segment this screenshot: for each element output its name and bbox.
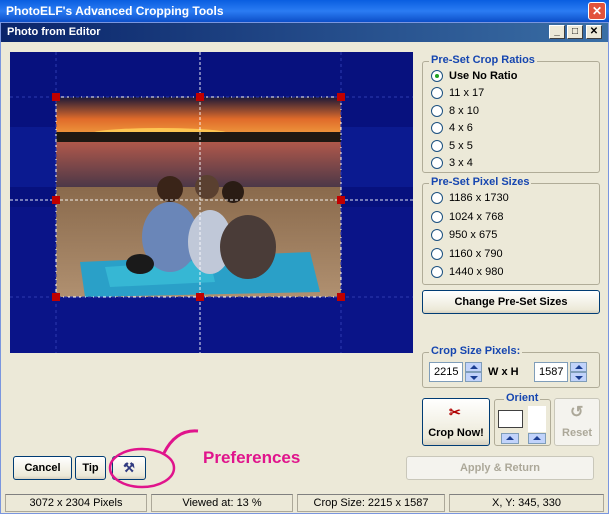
preset-pixels-group: Pre-Set Pixel Sizes 1186 x 1730 1024 x 7… — [422, 176, 600, 285]
preset-ratios-title: Pre-Set Crop Ratios — [429, 54, 537, 66]
maximize-icon: □ — [571, 26, 579, 37]
pixel-option-1440x980[interactable]: 1440 x 980 — [431, 264, 503, 280]
radio-icon — [431, 140, 443, 152]
crop-height-spinner[interactable] — [570, 362, 587, 382]
app-titlebar: PhotoELF's Advanced Cropping Tools ✕ — [0, 0, 609, 22]
spin-down-icon[interactable] — [465, 372, 482, 382]
preset-pixels-title: Pre-Set Pixel Sizes — [429, 176, 532, 188]
ratio-option-5x5[interactable]: 5 x 5 — [431, 138, 473, 154]
maximize-button[interactable]: □ — [567, 25, 583, 39]
radio-icon — [431, 70, 443, 82]
ratio-label: 8 x 10 — [449, 105, 479, 117]
reset-button[interactable]: ↺ Reset — [554, 398, 600, 446]
ratio-option-8x10[interactable]: 8 x 10 — [431, 103, 479, 119]
status-xy: X, Y: 345, 330 — [449, 494, 604, 512]
cancel-button[interactable]: Cancel — [13, 456, 72, 480]
crop-height-input[interactable]: 1587 — [534, 362, 568, 382]
tip-button[interactable]: Tip — [75, 456, 106, 480]
radio-icon — [431, 266, 443, 278]
crop-size-title: Crop Size Pixels: — [429, 345, 523, 357]
app-close-button[interactable]: ✕ — [588, 2, 606, 20]
radio-icon — [431, 87, 443, 99]
ratio-option-no-ratio[interactable]: Use No Ratio — [431, 68, 517, 84]
orient-landscape-button[interactable] — [501, 433, 519, 444]
spin-up-icon[interactable] — [570, 362, 587, 372]
pixel-label: 1024 x 768 — [449, 211, 504, 223]
status-pixels: 3072 x 2304 Pixels — [5, 494, 147, 512]
close-icon: ✕ — [591, 4, 603, 18]
crop-width-spinner[interactable] — [465, 362, 482, 382]
radio-icon — [431, 229, 443, 241]
crop-size-group: Crop Size Pixels: 2215 W x H 1587 — [422, 345, 600, 388]
spin-up-icon[interactable] — [465, 362, 482, 372]
orient-group: Orient — [494, 392, 551, 446]
minimize-button[interactable]: _ — [549, 25, 565, 39]
callout-annotation — [108, 429, 199, 489]
landscape-orient-box[interactable] — [498, 410, 523, 428]
radio-icon — [431, 248, 443, 260]
ratio-option-3x4[interactable]: 3 x 4 — [431, 155, 473, 171]
ratio-option-4x6[interactable]: 4 x 6 — [431, 120, 473, 136]
preferences-callout: Preferences — [203, 448, 301, 467]
app-title: PhotoELF's Advanced Cropping Tools — [6, 4, 224, 18]
crop-now-button[interactable]: ✂ Crop Now! — [422, 398, 490, 446]
radio-icon — [431, 211, 443, 223]
status-crop-size: Crop Size: 2215 x 1587 — [297, 494, 445, 512]
close-button[interactable]: ✕ — [586, 25, 602, 39]
pixel-label: 1186 x 1730 — [449, 192, 509, 204]
editor-titlebar: Photo from Editor _ □ ✕ — [1, 23, 608, 42]
ratio-label: Use No Ratio — [449, 70, 518, 82]
close-icon: ✕ — [589, 26, 599, 37]
pixel-label: 1160 x 790 — [449, 248, 503, 260]
pixel-option-1186x1730[interactable]: 1186 x 1730 — [431, 190, 509, 206]
orient-title: Orient — [504, 392, 541, 404]
crop-size-separator: W x H — [488, 366, 519, 378]
crop-now-label: Crop Now! — [428, 427, 484, 439]
apply-return-button[interactable]: Apply & Return — [406, 456, 594, 480]
ratio-label: 11 x 17 — [449, 87, 485, 99]
change-presets-button[interactable]: Change Pre-Set Sizes — [422, 290, 600, 314]
editor-title: Photo from Editor — [7, 26, 101, 38]
pixel-option-1160x790[interactable]: 1160 x 790 — [431, 246, 503, 262]
pixel-option-950x675[interactable]: 950 x 675 — [431, 227, 497, 243]
status-viewed: Viewed at: 13 % — [151, 494, 293, 512]
ratio-label: 3 x 4 — [449, 157, 473, 169]
scissors-icon: ✂ — [449, 404, 461, 420]
spin-up-icon — [506, 436, 514, 440]
radio-icon — [431, 122, 443, 134]
spin-up-icon — [533, 436, 541, 440]
radio-icon — [431, 157, 443, 169]
preset-ratios-group: Pre-Set Crop Ratios Use No Ratio 11 x 17… — [422, 54, 600, 173]
radio-icon — [431, 192, 443, 204]
pixel-label: 950 x 675 — [449, 229, 498, 241]
pixel-label: 1440 x 980 — [449, 266, 504, 278]
pixel-option-1024x768[interactable]: 1024 x 768 — [431, 209, 503, 225]
portrait-orient-box[interactable] — [528, 406, 546, 432]
orient-portrait-button[interactable] — [528, 433, 546, 444]
ratio-option-11x17[interactable]: 11 x 17 — [431, 85, 484, 101]
spin-down-icon[interactable] — [570, 372, 587, 382]
reset-icon: ↺ — [570, 404, 584, 421]
ratio-label: 4 x 6 — [449, 122, 473, 134]
photo-preview[interactable] — [10, 52, 413, 353]
editor-window: Photo from Editor _ □ ✕ Pre-Set Crop Rat… — [0, 22, 609, 514]
radio-icon — [431, 105, 443, 117]
ratio-label: 5 x 5 — [449, 140, 473, 152]
status-bar: 3072 x 2304 Pixels Viewed at: 13 % Crop … — [1, 492, 608, 513]
minimize-icon: _ — [554, 26, 560, 37]
photo-image — [10, 52, 413, 353]
reset-label: Reset — [562, 427, 592, 439]
crop-width-input[interactable]: 2215 — [429, 362, 463, 382]
